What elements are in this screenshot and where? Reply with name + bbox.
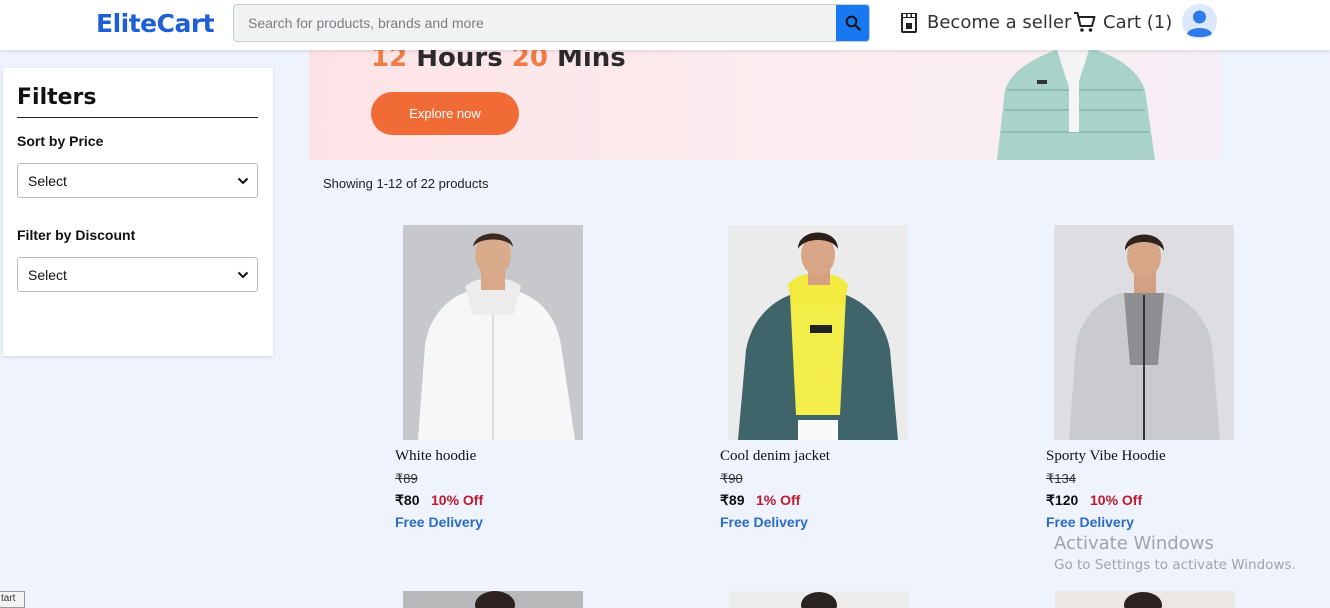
top-navbar: EliteCart Become a seller Cart (1) <box>0 0 1330 50</box>
user-avatar[interactable] <box>1182 4 1217 39</box>
product-image[interactable] <box>1054 225 1234 440</box>
chevron-down-icon <box>237 177 249 185</box>
search-button[interactable] <box>836 5 869 41</box>
timer-hours-unit: Hours <box>416 50 503 73</box>
product-delivery: Free Delivery <box>1046 514 1134 530</box>
status-bar-tooltip: tart <box>0 591 25 608</box>
watermark-title: Activate Windows <box>1054 533 1214 554</box>
product-card[interactable]: Sporty Vibe Hoodie ₹134 ₹120 10% Off Fre… <box>1046 225 1246 535</box>
timer-mins-unit: Mins <box>557 50 626 73</box>
product-image[interactable] <box>728 225 908 440</box>
filter-by-discount-select[interactable]: Select <box>17 257 258 292</box>
become-seller-link[interactable]: Become a seller <box>900 11 1071 33</box>
filter-by-discount-label: Filter by Discount <box>17 227 136 243</box>
product-image[interactable] <box>403 591 583 608</box>
product-price: ₹120 <box>1046 492 1079 508</box>
product-price: ₹80 <box>395 492 420 508</box>
search-bar <box>233 4 870 42</box>
explore-now-button[interactable]: Explore now <box>371 92 519 135</box>
sort-select-value: Select <box>28 172 67 189</box>
product-discount: 1% Off <box>756 492 801 508</box>
product-card[interactable]: Cool denim jacket ₹90 ₹89 1% Off Free De… <box>720 225 920 535</box>
cart-icon <box>1074 12 1096 32</box>
filters-title: Filters <box>17 85 97 110</box>
product-image[interactable] <box>729 591 909 608</box>
product-discount: 10% Off <box>1090 492 1143 508</box>
user-icon <box>1182 4 1217 39</box>
discount-select-value: Select <box>28 266 67 283</box>
product-name[interactable]: Sporty Vibe Hoodie <box>1046 448 1166 465</box>
promo-banner: 12 Hours 20 Mins Explore now <box>309 50 1220 160</box>
product-image[interactable] <box>403 225 583 440</box>
timer-mins: 20 <box>511 50 548 73</box>
banner-model-image <box>997 50 1155 160</box>
product-delivery: Free Delivery <box>720 514 808 530</box>
cart-label: Cart (1) <box>1103 11 1173 33</box>
sort-by-price-select[interactable]: Select <box>17 163 258 198</box>
search-icon <box>845 15 861 31</box>
product-original-price: ₹90 <box>720 471 743 486</box>
countdown-timer: 12 Hours 20 Mins <box>371 50 626 73</box>
search-input[interactable] <box>234 5 837 41</box>
activation-watermark: Activate Windows Go to Settings to activ… <box>1054 533 1296 573</box>
store-icon <box>901 13 917 33</box>
product-name[interactable]: Cool denim jacket <box>720 448 830 465</box>
product-card[interactable]: White hoodie ₹89 ₹80 10% Off Free Delive… <box>395 225 595 535</box>
product-price: ₹89 <box>720 492 745 508</box>
chevron-down-icon <box>237 271 249 279</box>
filters-divider <box>17 117 258 118</box>
cart-link[interactable]: Cart (1) <box>1073 11 1172 33</box>
timer-hours: 12 <box>371 50 408 73</box>
site-logo[interactable]: EliteCart <box>96 9 215 38</box>
product-delivery: Free Delivery <box>395 514 483 530</box>
results-count: Showing 1-12 of 22 products <box>323 176 489 191</box>
product-original-price: ₹89 <box>395 471 418 486</box>
product-original-price: ₹134 <box>1046 471 1076 486</box>
product-name[interactable]: White hoodie <box>395 448 476 465</box>
filters-panel: Filters Sort by Price Select Filter by D… <box>3 68 273 356</box>
watermark-subtitle: Go to Settings to activate Windows. <box>1054 557 1296 573</box>
product-image[interactable] <box>1055 591 1235 608</box>
sort-by-price-label: Sort by Price <box>17 133 104 149</box>
seller-label: Become a seller <box>927 11 1072 33</box>
product-discount: 10% Off <box>431 492 484 508</box>
